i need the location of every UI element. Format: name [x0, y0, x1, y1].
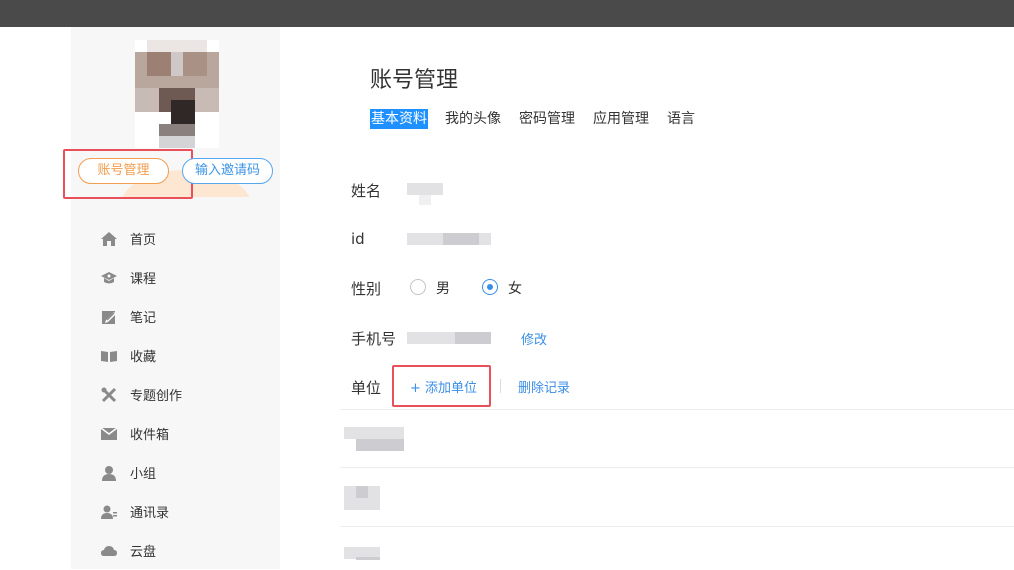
gender-label: 性别	[351, 280, 382, 298]
sidebar-item-groups[interactable]: 小组	[99, 453, 269, 492]
top-bar	[0, 0, 1014, 27]
sidebar-item-label: 收件箱	[130, 428, 170, 443]
name-label: 姓名	[351, 182, 382, 200]
divider	[340, 526, 1014, 527]
tab-my-avatar[interactable]: 我的头像	[444, 109, 502, 129]
invite-code-button[interactable]: 输入邀请码	[182, 158, 273, 184]
contacts-icon	[99, 502, 119, 522]
sidebar-item-label: 云盘	[130, 545, 157, 560]
gender-female-label: 女	[508, 281, 522, 297]
tab-language[interactable]: 语言	[666, 109, 696, 129]
tab-bar: 基本资料 我的头像 密码管理 应用管理 语言	[370, 109, 712, 129]
unit-entry-redacted-part	[356, 439, 404, 451]
highlight-box	[392, 365, 491, 407]
sidebar-item-label: 课程	[130, 272, 157, 287]
sidebar-item-favorites[interactable]: 收藏	[99, 336, 269, 375]
name-value-redacted-part	[419, 195, 431, 205]
divider	[340, 467, 1014, 468]
sidebar-item-label: 通讯录	[130, 506, 170, 521]
gender-male-label: 男	[436, 281, 450, 297]
inbox-mail-icon	[99, 424, 119, 444]
sidebar-item-notes[interactable]: 笔记	[99, 297, 269, 336]
avatar[interactable]	[135, 40, 219, 148]
unit-entry-redacted-part	[356, 486, 368, 498]
gender-female-radio[interactable]	[482, 279, 498, 295]
open-book-icon	[99, 346, 119, 366]
sidebar-item-label: 专题创作	[130, 389, 183, 404]
sidebar-item-label: 小组	[130, 467, 157, 482]
divider	[340, 409, 1014, 410]
divider	[500, 379, 501, 393]
cloud-icon	[99, 541, 119, 561]
sidebar-item-home[interactable]: 首页	[99, 219, 269, 258]
sidebar: 账号管理 输入邀请码 首页 课程 笔记 收藏 专题创作 收件箱 小组 通讯录 云…	[63, 27, 280, 570]
phone-edit-link[interactable]: 修改	[521, 329, 547, 348]
unit-label: 单位	[351, 379, 382, 397]
notebook-edit-icon	[99, 307, 119, 327]
gender-male-radio[interactable]	[410, 279, 426, 295]
graduation-cap-icon	[99, 268, 119, 288]
tab-app-management[interactable]: 应用管理	[592, 109, 650, 129]
unit-entry-redacted-part	[356, 557, 380, 560]
sidebar-item-cloud-drive[interactable]: 云盘	[99, 531, 269, 570]
id-label: id	[351, 230, 365, 248]
sidebar-item-contacts[interactable]: 通讯录	[99, 492, 269, 531]
unit-entry-redacted	[344, 427, 404, 439]
sidebar-nav: 首页 课程 笔记 收藏 专题创作 收件箱 小组 通讯录 云盘	[99, 219, 269, 570]
tools-icon	[99, 385, 119, 405]
sidebar-item-inbox[interactable]: 收件箱	[99, 414, 269, 453]
user-icon	[99, 463, 119, 483]
tab-basic-info[interactable]: 基本资料	[370, 109, 428, 129]
page-title: 账号管理	[370, 68, 459, 93]
highlight-box	[63, 149, 193, 199]
sidebar-item-courses[interactable]: 课程	[99, 258, 269, 297]
phone-label: 手机号	[351, 330, 397, 348]
phone-value-redacted-part	[455, 332, 491, 344]
sidebar-item-label: 首页	[130, 233, 157, 248]
sidebar-item-label: 笔记	[130, 311, 157, 326]
tab-password[interactable]: 密码管理	[518, 109, 576, 129]
name-value-redacted	[407, 183, 443, 195]
home-icon	[99, 229, 119, 249]
sidebar-item-topic-creation[interactable]: 专题创作	[99, 375, 269, 414]
main-content: 账号管理 基本资料 我的头像 密码管理 应用管理 语言 姓名 id 性别 男 女…	[340, 27, 1014, 569]
delete-record-link[interactable]: 删除记录	[518, 377, 570, 396]
sidebar-item-label: 收藏	[130, 350, 157, 365]
id-value-redacted-part	[443, 233, 479, 245]
